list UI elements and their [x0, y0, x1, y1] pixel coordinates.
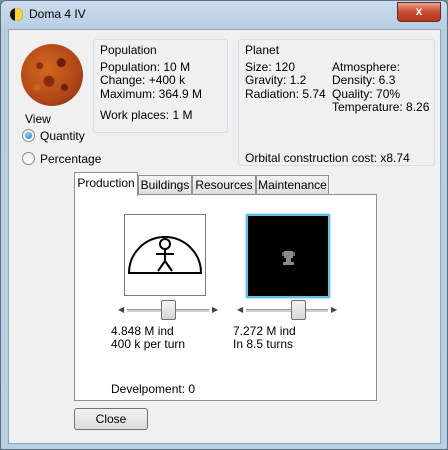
- view-percentage-radio[interactable]: [22, 152, 35, 165]
- left-slider-increase-arrow[interactable]: ▶: [212, 305, 218, 314]
- window-close-button[interactable]: x: [397, 2, 441, 22]
- right-production-rate: In 8.5 turns: [233, 337, 294, 351]
- tab-resources[interactable]: Resources: [192, 175, 256, 194]
- planet-atmosphere: Atmosphere:: [332, 60, 401, 74]
- building-image: [246, 214, 330, 298]
- planet-temperature: Temperature: 8.26: [332, 100, 430, 114]
- production-panel: [74, 194, 377, 401]
- work-places: Work places: 1 M: [100, 108, 193, 122]
- client-area: View Quantity Percentage Population Popu…: [8, 29, 441, 444]
- orbital-construction-cost: Orbital construction cost: x8.74: [245, 151, 410, 165]
- right-slider-thumb[interactable]: [290, 300, 306, 320]
- tab-buildings[interactable]: Buildings: [138, 175, 192, 194]
- right-slider-increase-arrow[interactable]: ▶: [331, 305, 337, 314]
- planet-image: [21, 44, 83, 106]
- view-quantity-label[interactable]: Quantity: [40, 129, 85, 143]
- view-quantity-radio[interactable]: [22, 129, 35, 142]
- planet-quality: Quality: 70%: [332, 87, 401, 101]
- moon-icon: [10, 8, 23, 21]
- close-button[interactable]: Close: [74, 408, 148, 430]
- planet-density: Density: 6.3: [332, 73, 396, 87]
- tab-production[interactable]: Production: [74, 172, 138, 196]
- left-slider-thumb[interactable]: [160, 300, 176, 320]
- right-slider-track[interactable]: [246, 309, 328, 312]
- title-bar[interactable]: Doma 4 IV x: [1, 1, 447, 29]
- window-title: Doma 4 IV: [29, 7, 86, 21]
- population-change: Change: +400 k: [100, 73, 186, 87]
- view-percentage-label[interactable]: Percentage: [40, 152, 101, 166]
- tab-maintenance[interactable]: Maintenance: [256, 175, 329, 194]
- planet-header: Planet: [245, 43, 280, 57]
- person-dome-icon: [127, 236, 203, 274]
- right-slider-decrease-arrow[interactable]: ◀: [237, 305, 243, 314]
- population-header: Population: [100, 43, 157, 57]
- left-production-rate: 400 k per turn: [111, 337, 186, 351]
- right-production-value: 7.272 M ind: [233, 324, 296, 338]
- planet-radiation: Radiation: 5.74: [245, 87, 326, 101]
- development-value: Develpoment: 0: [111, 382, 196, 396]
- left-slider-decrease-arrow[interactable]: ◀: [118, 305, 124, 314]
- population-value: Population: 10 M: [100, 60, 191, 74]
- view-label: View: [25, 112, 51, 126]
- population-image: [124, 214, 206, 296]
- main-window: Doma 4 IV x View Quantity Percentage Pop…: [0, 0, 448, 450]
- planet-size: Size: 120: [245, 60, 296, 74]
- left-production-value: 4.848 M ind: [111, 324, 174, 338]
- population-maximum: Maximum: 364.9 M: [100, 87, 203, 101]
- planet-gravity: Gravity: 1.2: [245, 73, 307, 87]
- trophy-icon: [282, 251, 295, 265]
